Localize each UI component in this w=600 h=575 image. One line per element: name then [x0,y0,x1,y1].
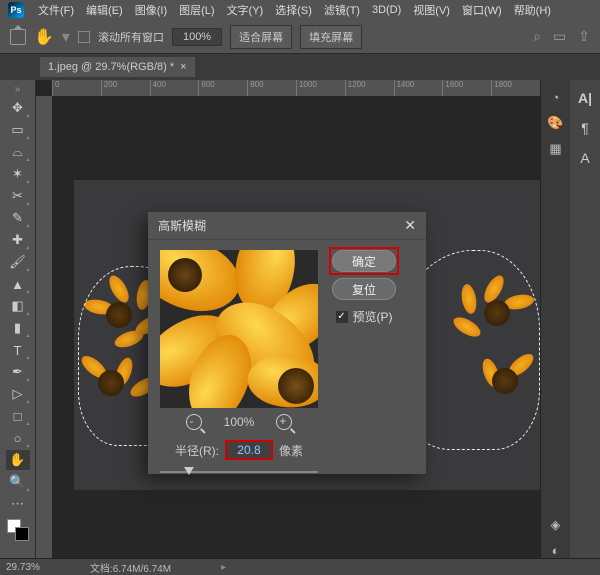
menu-bar: Ps 文件(F) 编辑(E) 图像(I) 图层(L) 文字(Y) 选择(S) 滤… [0,0,600,20]
histogram-icon[interactable]: ◔ [552,90,560,105]
healing-tool[interactable]: ✚ [6,230,30,250]
eyedropper-tool[interactable]: ✎ [6,208,30,228]
collapsed-panel-group-1: ◔ 🎨 ▦ ◈ ◐ [540,80,570,558]
layers-icon[interactable]: ◈ [551,517,561,533]
gaussian-blur-dialog: 高斯模糊 ✕ - 100% + 半径(R): [148,212,426,474]
menu-image[interactable]: 图像(I) [131,2,171,18]
preview-checkbox[interactable]: ✓ [336,311,348,323]
share-icon[interactable]: ⇪ [578,28,590,45]
vertical-ruler [36,96,52,558]
hand-tool[interactable]: ✋ [6,450,30,470]
type-tool[interactable]: T [6,340,30,360]
document-tab-bar: 1.jpeg @ 29.7%(RGB/8) * × [0,54,600,80]
dialog-header[interactable]: 高斯模糊 ✕ [148,212,426,240]
tools-expand-icon[interactable]: » [15,84,21,95]
move-tool[interactable]: ✥ [6,98,30,118]
search-icon[interactable]: ⌕ [533,28,541,45]
zoom-out-icon[interactable]: - [186,414,202,430]
menu-help[interactable]: 帮助(H) [510,2,555,18]
channels-icon[interactable]: ◐ [552,543,560,558]
eraser-tool[interactable]: ◧ [6,296,30,316]
magic-wand-tool[interactable]: ✶ [6,164,30,184]
menu-filter[interactable]: 滤镜(T) [320,2,364,18]
glyph-a-icon[interactable]: A| [578,90,592,106]
zoom-in-icon[interactable]: + [276,414,292,430]
status-zoom[interactable]: 29.73% [6,562,40,573]
reset-button[interactable]: 复位 [332,278,396,300]
horizontal-ruler: 020040060080010001200140016001800 [52,80,540,96]
menu-view[interactable]: 视图(V) [409,2,454,18]
zoom-tool[interactable]: 🔍 [6,472,30,492]
tools-panel: » ✥ ▭ ⌓ ✶ ✂ ✎ ✚ 🖌 ▲ ◧ ▮ T ✒ ▷ □ ○ ✋ 🔍 ⋯ [0,80,36,558]
document-tab[interactable]: 1.jpeg @ 29.7%(RGB/8) * × [40,57,195,77]
pen-tool[interactable]: ✒ [6,362,30,382]
swatches-icon[interactable]: ▦ [549,141,561,157]
crop-tool[interactable]: ✂ [6,186,30,206]
character-icon[interactable]: A [580,150,589,166]
menu-layer[interactable]: 图层(L) [175,2,218,18]
status-bar: 29.73% 文档:6.74M/6.74M ▸ [0,558,600,575]
gradient-tool[interactable]: ▮ [6,318,30,338]
preview-image[interactable] [160,250,318,408]
scroll-all-checkbox[interactable] [78,31,90,43]
path-select-tool[interactable]: ▷ [6,384,30,404]
menu-file[interactable]: 文件(F) [34,2,78,18]
close-tab-icon[interactable]: × [180,61,186,73]
zoom-percent[interactable]: 100% [172,28,222,46]
menu-select[interactable]: 选择(S) [271,2,316,18]
stamp-tool[interactable]: ▲ [6,274,30,294]
radius-input[interactable] [225,440,273,460]
fit-screen-button[interactable]: 适合屏幕 [230,25,292,49]
collapsed-panel-group-2: A| ¶ A [570,80,600,558]
hand-tool-icon[interactable]: ✋ [34,27,54,47]
menu-type[interactable]: 文字(Y) [223,2,268,18]
menu-3d[interactable]: 3D(D) [368,4,405,16]
radius-slider[interactable] [160,466,318,478]
close-icon[interactable]: ✕ [404,217,416,234]
dialog-title: 高斯模糊 [158,217,206,234]
app-logo: Ps [8,2,24,18]
home-icon[interactable] [10,29,26,45]
menu-edit[interactable]: 编辑(E) [82,2,127,18]
workspace-icon[interactable]: ▭ [553,28,566,45]
ok-button[interactable]: 确定 [332,250,396,272]
rectangle-tool[interactable]: □ [6,406,30,426]
fill-screen-button[interactable]: 填充屏幕 [300,25,362,49]
paragraph-icon[interactable]: ¶ [581,120,589,136]
lasso-tool[interactable]: ⌓ [6,142,30,162]
preview-label: 预览(P) [353,308,393,325]
more-tools[interactable]: ⋯ [6,494,30,514]
marquee-tool[interactable]: ▭ [6,120,30,140]
preview-zoom: 100% [224,415,255,429]
brush-tool[interactable]: 🖌 [6,252,30,272]
tab-title: 1.jpeg @ 29.7%(RGB/8) * [48,61,174,73]
color-swatch[interactable] [7,519,29,541]
ellipse-tool[interactable]: ○ [6,428,30,448]
color-icon[interactable]: 🎨 [547,115,563,131]
menu-window[interactable]: 窗口(W) [458,2,506,18]
scroll-all-label: 滚动所有窗口 [98,29,164,45]
options-bar: ✋ ▾ 滚动所有窗口 100% 适合屏幕 填充屏幕 ⌕ ▭ ⇪ [0,20,600,54]
radius-label: 半径(R): [175,442,219,459]
radius-unit: 像素 [279,442,303,459]
status-doc[interactable]: 文档:6.74M/6.74M [90,560,171,575]
